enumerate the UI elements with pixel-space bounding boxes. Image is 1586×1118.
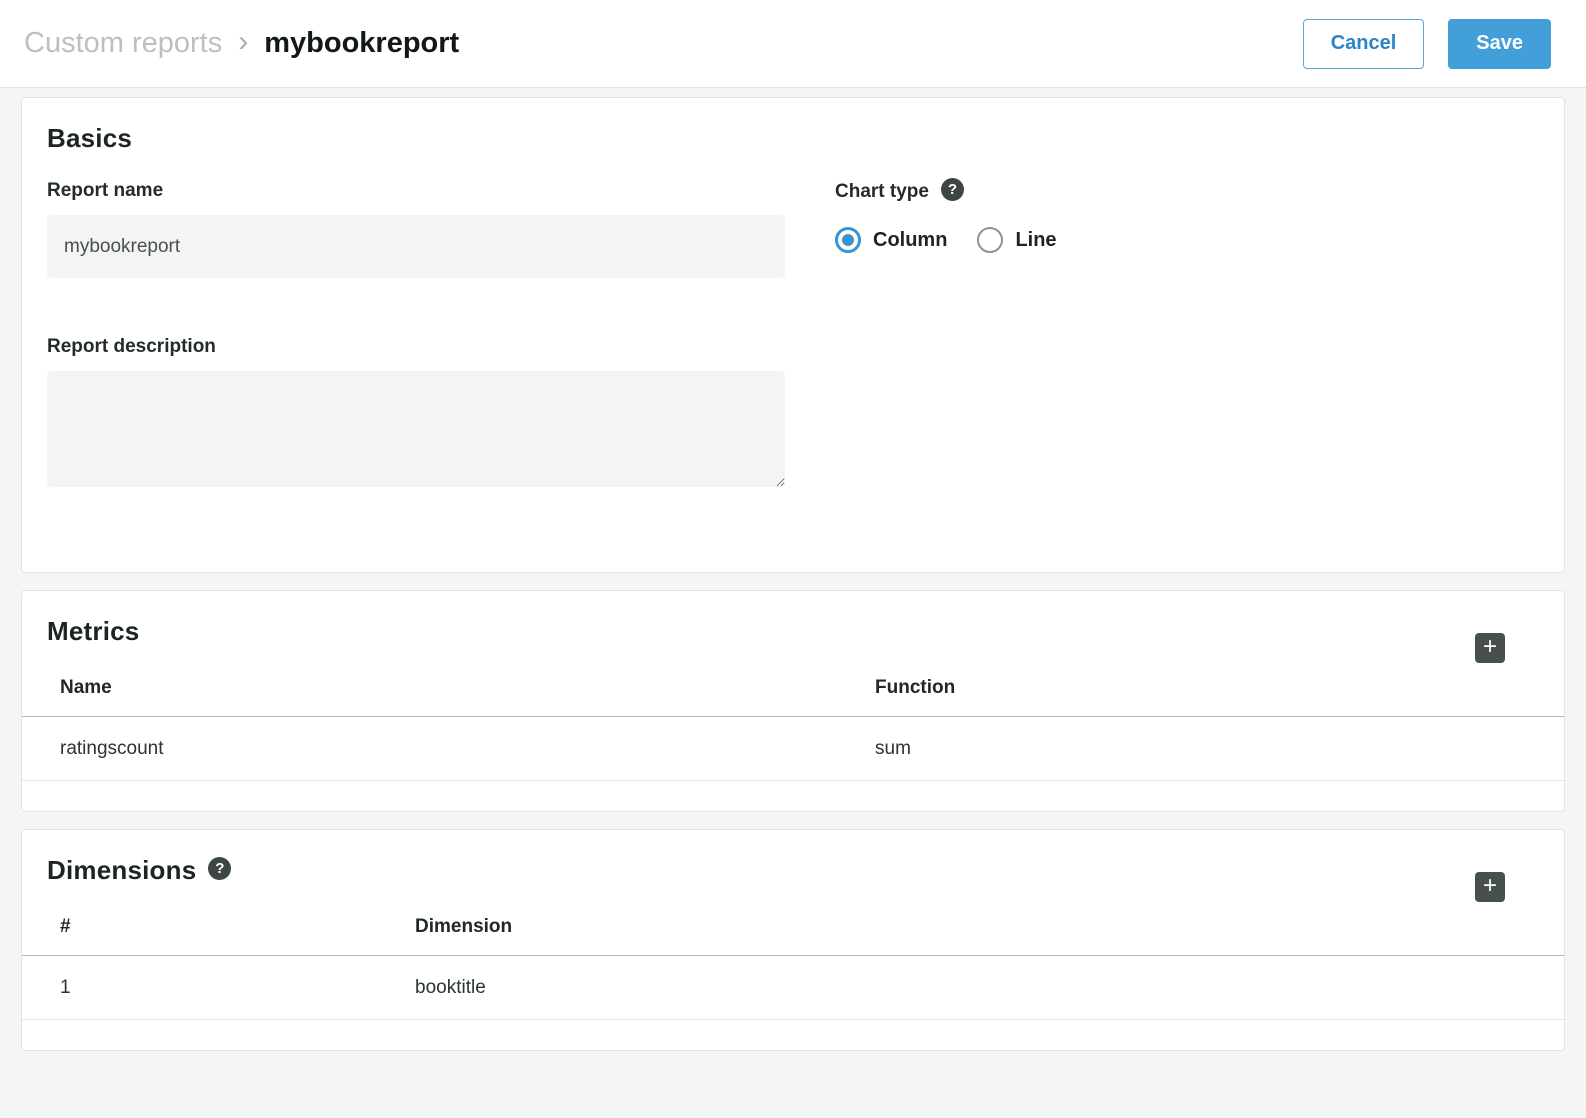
plus-icon: +	[1483, 634, 1497, 660]
header-actions: Cancel Save	[1303, 19, 1551, 69]
basics-right-column: Chart type ? Column Line	[835, 180, 1539, 492]
dimensions-card: Dimensions ? + # Dimension 1 booktitle	[21, 829, 1565, 1051]
breadcrumb-parent-link[interactable]: Custom reports	[24, 27, 222, 60]
metrics-title: Metrics	[47, 616, 139, 647]
report-name-input[interactable]	[47, 215, 785, 278]
dimensions-header: Dimensions ?	[22, 855, 1564, 886]
chart-type-option-line[interactable]: Line	[977, 227, 1056, 253]
line-radio-label: Line	[1015, 229, 1056, 252]
save-button[interactable]: Save	[1448, 19, 1551, 69]
chart-type-option-column[interactable]: Column	[835, 227, 947, 253]
dimensions-table: # Dimension 1 booktitle	[22, 916, 1564, 1020]
help-icon[interactable]: ?	[941, 178, 964, 201]
dimension-number-cell: 1	[60, 977, 415, 999]
metrics-table: Name Function ratingscount sum	[22, 677, 1564, 781]
metric-name-cell: ratingscount	[60, 738, 875, 760]
basics-title: Basics	[47, 123, 1539, 154]
column-header-function: Function	[875, 677, 1524, 699]
basics-grid: Report name Report description Chart typ…	[47, 180, 1539, 492]
basics-left-column: Report name Report description	[47, 180, 785, 492]
plus-icon: +	[1483, 873, 1497, 899]
radio-button-icon	[977, 227, 1003, 253]
dimension-name-cell: booktitle	[415, 977, 1524, 999]
radio-button-icon	[835, 227, 861, 253]
column-header-number: #	[60, 916, 415, 938]
metrics-header: Metrics	[22, 616, 1564, 647]
dimension-row[interactable]: 1 booktitle	[22, 956, 1564, 1020]
dimensions-title: Dimensions	[47, 855, 196, 886]
metrics-card: Metrics + Name Function ratingscount sum	[21, 590, 1565, 812]
metric-function-cell: sum	[875, 738, 1524, 760]
basics-card: Basics Report name Report description Ch…	[21, 97, 1565, 573]
chart-type-radio-group: Column Line	[835, 227, 1539, 253]
cancel-button[interactable]: Cancel	[1303, 19, 1425, 69]
column-header-name: Name	[60, 677, 875, 699]
header: Custom reports › mybookreport Cancel Sav…	[0, 0, 1586, 88]
column-radio-label: Column	[873, 229, 947, 252]
chevron-right-icon: ›	[238, 27, 248, 61]
chart-type-header: Chart type ?	[835, 180, 1539, 203]
breadcrumb: Custom reports › mybookreport	[24, 27, 459, 61]
metric-row[interactable]: ratingscount sum	[22, 717, 1564, 781]
column-header-dimension: Dimension	[415, 916, 1524, 938]
report-description-input[interactable]	[47, 371, 785, 487]
help-icon[interactable]: ?	[208, 857, 231, 880]
report-name-label: Report name	[47, 180, 785, 202]
main-content: Basics Report name Report description Ch…	[0, 88, 1586, 1051]
add-metric-button[interactable]: +	[1475, 633, 1505, 663]
report-description-label: Report description	[47, 336, 785, 358]
chart-type-label: Chart type	[835, 181, 929, 203]
add-dimension-button[interactable]: +	[1475, 872, 1505, 902]
breadcrumb-current: mybookreport	[264, 27, 459, 60]
dimensions-table-header: # Dimension	[22, 916, 1564, 956]
metrics-table-header: Name Function	[22, 677, 1564, 717]
